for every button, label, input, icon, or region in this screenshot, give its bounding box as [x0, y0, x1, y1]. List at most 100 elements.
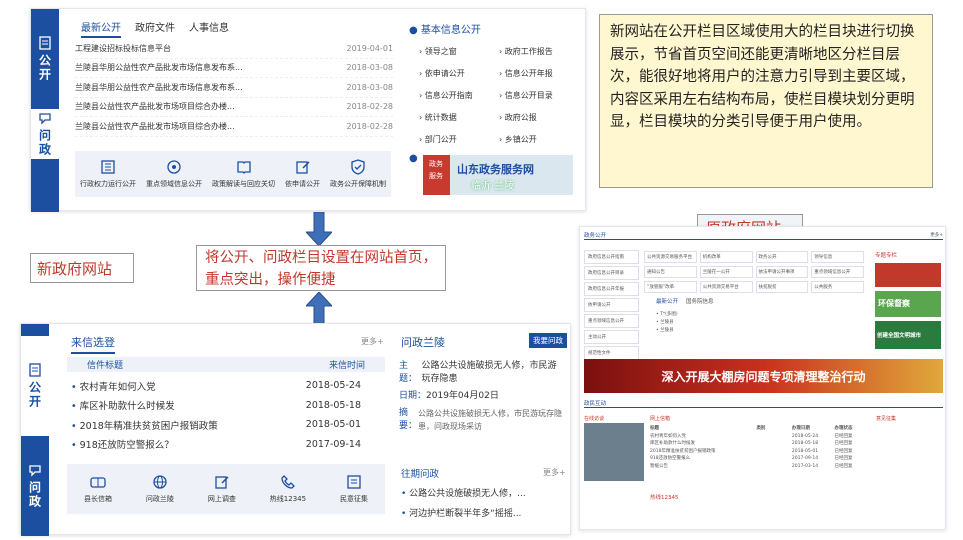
- sidebar-tab-inquiry[interactable]: 问政: [31, 109, 59, 159]
- icon-btn-guarantee[interactable]: 政务公开保障机制: [330, 159, 386, 189]
- gov-service-banner[interactable]: 政务 服务 山东政务服务网 临沂·兰陵: [423, 155, 573, 195]
- tab-gov-files[interactable]: 政府文件: [135, 19, 175, 38]
- old-box2-title: 热线12345: [650, 495, 679, 501]
- sidebar-label: 公开: [27, 381, 42, 409]
- icon-btn-survey[interactable]: 网上调查: [208, 474, 236, 504]
- building-icon: [101, 160, 115, 174]
- icon-btn-policy[interactable]: 政策解读与回应关切: [212, 159, 275, 189]
- icon-btn-power[interactable]: 行政权力运行公开: [80, 159, 136, 189]
- old-item[interactable]: • 兰陵县: [656, 327, 861, 335]
- table-row[interactable]: 2018年精准扶贫贫困户报销政策 2018-05-01 已经回复: [650, 448, 870, 456]
- basic-link[interactable]: › 信息公开目录: [499, 90, 579, 101]
- old-menu-item[interactable]: 政府信息公开目录: [584, 266, 639, 280]
- old-grid-item[interactable]: 公共资源交易平台: [699, 281, 753, 293]
- bottom-sidebar: 公开 问政: [21, 324, 49, 536]
- old-tab[interactable]: 国务院信息: [686, 297, 714, 305]
- target-icon: [167, 160, 181, 174]
- old-menu-item[interactable]: 政府信息公开年报: [584, 282, 639, 296]
- old-tab2: 网上信箱: [650, 416, 671, 422]
- basic-link[interactable]: › 领导之窗: [419, 46, 499, 57]
- top-icon-bar: 行政权力运行公开 重点领域信息公开 政策解读与回应关切 依申请公开 政务公开保障…: [75, 151, 391, 197]
- inquiry-detail: 主题： 公路公共设施破损无人修，市民游玩存隐患 日期： 2019年04月02日 摘要…: [399, 361, 562, 431]
- list-item[interactable]: • 河边护栏断裂半年多“摇摇...: [401, 504, 526, 524]
- icon-btn-key-areas[interactable]: 重点领域信息公开: [146, 159, 202, 189]
- icon-btn-mailbox[interactable]: 县长信箱: [84, 474, 112, 504]
- list-item[interactable]: 工程建设招标投标信息平台 2019-04-01: [75, 39, 393, 59]
- old-grid-item[interactable]: 兰陵在一公开: [699, 266, 753, 278]
- promo-flag[interactable]: [875, 263, 941, 287]
- icon-btn-hotline[interactable]: 热线12345: [270, 474, 306, 504]
- old-item[interactable]: • T*(多图): [656, 311, 861, 319]
- list-item[interactable]: • 库区补助款什么时候发 2018-05-18: [71, 396, 361, 416]
- old-item[interactable]: • 兰陵县: [656, 319, 861, 327]
- list-item[interactable]: 兰陵县公益性农产品批发市场项目综合办楼... 2018-02-28: [75, 98, 393, 117]
- old-site-panel: 政务公开 更多+ 政府信息公开指南 政府信息公开目录 政府信息公开年报 依申请公开…: [579, 226, 946, 530]
- old-menu-item[interactable]: 政府信息公开指南: [584, 250, 639, 264]
- list-item[interactable]: • 2018年精准扶贫贫困户报销政策 2018-05-01: [71, 415, 361, 435]
- letters-more-link[interactable]: 更多+: [361, 336, 384, 347]
- old-grid-item[interactable]: 政务公开: [755, 251, 809, 263]
- sidebar-tab-disclosure[interactable]: 公开: [21, 336, 49, 436]
- globe-icon: [153, 475, 167, 489]
- sidebar-tab-disclosure[interactable]: 公开: [31, 9, 59, 109]
- arrow-down: [306, 212, 332, 246]
- old-interview[interactable]: [584, 423, 644, 481]
- old-grid-item[interactable]: 公共服务: [811, 281, 864, 293]
- basic-link[interactable]: › 政府工作报告: [499, 46, 579, 57]
- old-grid-item[interactable]: 依法申请公开事项: [755, 266, 809, 278]
- ask-button[interactable]: 我要问政: [529, 333, 567, 348]
- sidebar-label: 问政: [27, 481, 42, 509]
- letters-title: 来信选登: [71, 334, 115, 354]
- basic-link[interactable]: › 信息公开指南: [419, 90, 499, 101]
- old-menu-item[interactable]: 主动公开: [584, 330, 639, 344]
- old-grid-item[interactable]: 机构改革: [699, 251, 753, 263]
- old-menu-item[interactable]: 重点领域信息公开: [584, 314, 639, 328]
- past-inquiry-list: • 公路公共设施破损无人修，... • 河边护栏断裂半年多“摇摇...: [401, 484, 526, 524]
- chat-icon: [29, 465, 41, 477]
- table-row[interactable]: 库区补助款什么时候发 2018-05-18 已经回复: [650, 440, 870, 448]
- tab-personnel[interactable]: 人事信息: [189, 19, 229, 38]
- basic-link[interactable]: › 信息公开年报: [499, 68, 579, 79]
- promo-civil[interactable]: 创建全国文明城市: [875, 321, 941, 349]
- icon-btn-inquiry[interactable]: 问政兰陵: [146, 474, 174, 504]
- icon-btn-opinion[interactable]: 民意征集: [340, 474, 368, 504]
- sidebar-tab-inquiry[interactable]: 问政: [21, 446, 49, 526]
- table-row[interactable]: 918还放防空警报么 2017-09-14 已经回复: [650, 455, 870, 463]
- table-row[interactable]: 农村青年如何入党 2018-05-24 已经回复: [650, 433, 870, 441]
- banner-subtitle: 临沂·兰陵: [471, 181, 515, 192]
- edit-icon: [295, 161, 310, 174]
- basic-link[interactable]: › 部门公开: [419, 134, 499, 145]
- table-row[interactable]: 暂缓公告 2017-03-14 已经回复: [650, 463, 870, 471]
- list-item[interactable]: 兰陵县公益性农产品批发市场项目综合办楼... 2018-02-28: [75, 117, 393, 137]
- basic-link[interactable]: › 依申请公开: [419, 68, 499, 79]
- old-grid-item[interactable]: “放管服”改革: [644, 281, 697, 293]
- old-banner[interactable]: 深入开展大棚房问题专项清理整治行动: [584, 359, 943, 393]
- old-grid-item[interactable]: 领导信息: [811, 251, 864, 263]
- basic-info-title: ● 基本信息公开: [409, 25, 481, 36]
- book-icon: [236, 161, 251, 174]
- chat-icon: [39, 113, 51, 125]
- phone-icon: [281, 475, 295, 489]
- list-icon: [347, 475, 361, 489]
- old-tab2: 在线访谈: [584, 416, 605, 422]
- past-inquiry-title: 往期问政: [401, 469, 440, 480]
- basic-link[interactable]: › 政府公报: [499, 112, 579, 123]
- old-grid-item[interactable]: 重点领域信息公开: [811, 266, 864, 278]
- list-item[interactable]: 兰陵县华朋公益性农产品批发市场信息发布系... 2018-03-08: [75, 78, 393, 98]
- list-item[interactable]: • 农村青年如何入党 2018-05-24: [71, 376, 361, 396]
- old-menu-item[interactable]: 依申请公开: [584, 298, 639, 312]
- list-item[interactable]: • 918还放防空警报么？ 2017-09-14: [71, 435, 361, 455]
- basic-link[interactable]: › 统计数据: [419, 112, 499, 123]
- list-item[interactable]: • 公路公共设施破损无人修，...: [401, 484, 526, 504]
- basic-link[interactable]: › 乡镇公开: [499, 134, 579, 145]
- tab-latest[interactable]: 最新公开: [81, 19, 121, 38]
- old-grid-item[interactable]: 通知公告: [644, 266, 697, 278]
- old-menu-item[interactable]: 规范性文件: [584, 346, 639, 360]
- list-item[interactable]: 兰陵县华朋公益性农产品批发市场信息发布系... 2018-03-08: [75, 59, 393, 78]
- promo-env[interactable]: 环保督察: [875, 291, 941, 317]
- icon-btn-apply[interactable]: 依申请公开: [285, 159, 320, 189]
- old-grid-item[interactable]: 扶贫脱贫: [755, 281, 809, 293]
- past-more-link[interactable]: 更多+: [543, 467, 566, 478]
- old-grid-item[interactable]: 公共资源交易服务平台: [644, 251, 697, 263]
- old-tab[interactable]: 最新公开: [656, 297, 678, 305]
